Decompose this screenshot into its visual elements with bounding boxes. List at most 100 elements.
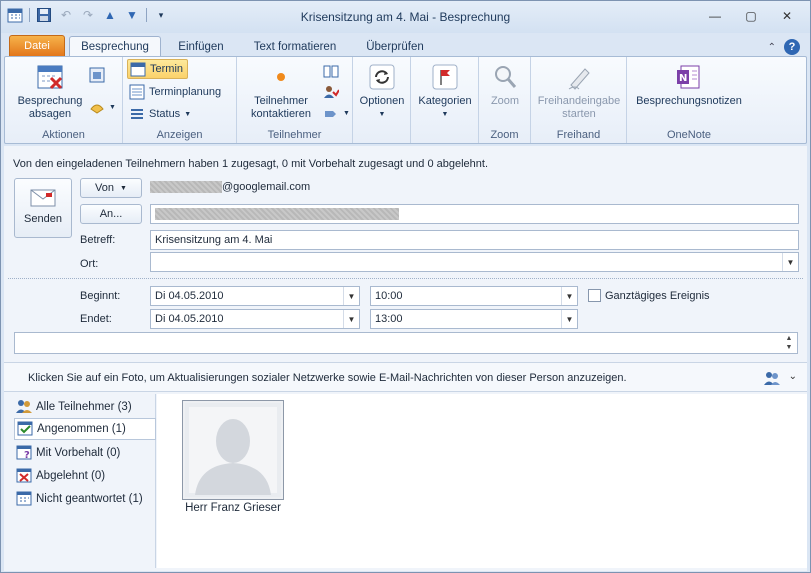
contact-attendees-icon <box>265 61 297 93</box>
meeting-notes-button[interactable]: N Besprechungsnotizen <box>631 61 747 108</box>
start-time-dropdown-icon[interactable]: ▼ <box>561 287 577 305</box>
start-inking-label: Freihandeingabe starten <box>537 95 621 120</box>
attendee-filter-list: Alle Teilnehmer (3) Angenommen (1) ? Mit… <box>12 394 156 568</box>
from-value: @googlemail.com <box>150 181 310 194</box>
filter-not-responded[interactable]: Nicht geantwortet (1) <box>16 488 143 510</box>
expand-chevron-icon[interactable]: ⌄ <box>789 371 797 382</box>
terminplanung-button[interactable]: Terminplanung <box>129 82 221 102</box>
people-icon[interactable] <box>763 370 781 389</box>
group-anzeigen: Termin Terminplanung Status ▼ Anzeigen <box>123 57 237 143</box>
from-button[interactable]: Von ▼ <box>80 178 142 198</box>
start-time-value: 10:00 <box>375 290 403 302</box>
status-icon <box>129 106 145 122</box>
contact-attendees-label: Teilnehmer kontaktieren <box>251 95 311 120</box>
pen-icon <box>563 61 595 93</box>
start-date-field[interactable]: Di 04.05.2010 ▼ <box>150 286 360 306</box>
end-time-dropdown-icon[interactable]: ▼ <box>561 310 577 328</box>
group-label-freihand: Freihand <box>556 129 601 141</box>
start-inking-button[interactable]: Freihandeingabe starten <box>533 61 625 121</box>
response-info: Von den eingeladenen Teilnehmern haben 1… <box>13 158 488 170</box>
tab-text-formatieren[interactable]: Text formatieren <box>245 36 345 57</box>
send-button[interactable]: Senden <box>14 178 72 238</box>
location-field[interactable]: ▼ <box>150 252 799 272</box>
schedule-icon <box>129 84 145 100</box>
tab-einfuegen[interactable]: Einfügen <box>167 36 235 57</box>
status-button[interactable]: Status ▼ <box>129 104 191 124</box>
to-field[interactable] <box>150 204 799 224</box>
allday-label: Ganztägiges Ereignis <box>605 290 710 302</box>
location-label: Ort: <box>80 258 99 270</box>
start-time-field[interactable]: 10:00 ▼ <box>370 286 578 306</box>
group-label-zoom: Zoom <box>490 129 519 141</box>
cancel-meeting-label: Besprechung absagen <box>17 95 83 120</box>
calendar-icon <box>130 61 146 77</box>
group-optionen: Optionen ▼ <box>353 57 411 143</box>
flag-icon <box>429 61 461 93</box>
tabs-right-controls: ⌃ ? <box>768 39 800 55</box>
response-options-icon <box>323 105 339 121</box>
zoom-button[interactable]: Zoom <box>481 61 529 108</box>
onenote-icon: N <box>673 61 705 93</box>
person-name: Herr Franz Grieser <box>185 502 281 514</box>
calendar-view-button[interactable] <box>89 65 105 85</box>
end-date-field[interactable]: Di 04.05.2010 ▼ <box>150 309 360 329</box>
optionen-label: Optionen <box>359 95 405 107</box>
social-hint: Klicken Sie auf ein Foto, um Aktualisier… <box>28 372 627 384</box>
check-names-button[interactable] <box>323 82 339 102</box>
kategorien-label: Kategorien <box>418 95 472 107</box>
help-icon[interactable]: ? <box>784 39 800 55</box>
tab-ueberpruefen[interactable]: Überprüfen <box>355 36 435 57</box>
close-icon[interactable]: ✕ <box>772 7 802 25</box>
send-label: Senden <box>24 213 62 225</box>
tab-besprechung[interactable]: Besprechung <box>69 36 161 57</box>
status-label: Status <box>149 108 181 120</box>
to-button[interactable]: An... <box>80 204 142 224</box>
title-bar: ↶ ↷ ▲ ▼ ▾ Krisensitzung am 4. Mai - Besp… <box>1 1 810 33</box>
tab-file[interactable]: Datei <box>9 35 65 57</box>
end-date-value: Di 04.05.2010 <box>155 313 224 325</box>
notes-body-field[interactable]: ▲ ▼ <box>14 332 798 354</box>
calendar-view-icon <box>89 67 105 83</box>
group-label-aktionen: Aktionen <box>42 129 85 141</box>
window-controls: — ▢ ✕ <box>700 7 802 25</box>
cancel-meeting-icon <box>34 61 66 93</box>
optionen-button[interactable]: Optionen ▼ <box>355 61 409 121</box>
minimize-icon[interactable]: — <box>700 7 730 25</box>
zoom-label: Zoom <box>490 95 520 107</box>
subject-label: Betreff: <box>80 234 116 246</box>
kategorien-button[interactable]: Kategorien ▼ <box>413 61 477 121</box>
dropdown-arrow-icon: ▼ <box>378 111 386 118</box>
group-label-teilnehmer: Teilnehmer <box>267 129 322 141</box>
meeting-notes-label: Besprechungsnotizen <box>636 95 742 107</box>
window-title: Krisensitzung am 4. Mai - Besprechung <box>300 10 511 24</box>
group-label-onenote: OneNote <box>666 129 712 141</box>
subject-field[interactable]: Krisensitzung am 4. Mai <box>150 230 799 250</box>
minimize-ribbon-icon[interactable]: ⌃ <box>768 42 776 53</box>
allday-checkbox[interactable] <box>588 289 601 302</box>
start-date-dropdown-icon[interactable]: ▼ <box>343 287 359 305</box>
location-dropdown-icon[interactable]: ▼ <box>782 253 798 271</box>
end-date-dropdown-icon[interactable]: ▼ <box>343 310 359 328</box>
person-photo[interactable] <box>182 400 284 500</box>
filter-declined[interactable]: Abgelehnt (0) <box>16 465 105 487</box>
people-icon <box>16 398 32 417</box>
notes-scroll-icon[interactable]: ▲ ▼ <box>782 334 796 352</box>
maximize-icon[interactable]: ▢ <box>736 7 766 25</box>
contact-attendees-button[interactable]: Teilnehmer kontaktieren <box>239 61 323 121</box>
filter-tentative[interactable]: ? Mit Vorbehalt (0) <box>16 442 120 464</box>
recurrence-icon <box>366 61 398 93</box>
group-aktionen: Besprechung absagen ▼ Aktionen <box>5 57 123 143</box>
dropdown-arrow-icon: ▼ <box>184 110 192 118</box>
filter-accepted[interactable]: Angenommen (1) <box>14 418 156 440</box>
check-names-icon <box>323 84 339 100</box>
termin-button[interactable]: Termin <box>127 59 189 79</box>
filter-all-attendees[interactable]: Alle Teilnehmer (3) <box>16 396 132 418</box>
forward-button[interactable]: ▼ <box>89 97 116 117</box>
cancel-meeting-button[interactable]: Besprechung absagen <box>11 61 89 121</box>
address-book-icon <box>323 63 339 79</box>
end-time-field[interactable]: 13:00 ▼ <box>370 309 578 329</box>
address-book-button[interactable] <box>323 61 339 81</box>
dropdown-arrow-icon: ▼ <box>109 103 116 111</box>
start-date-value: Di 04.05.2010 <box>155 290 224 302</box>
response-options-button[interactable]: ▼ <box>323 103 350 123</box>
